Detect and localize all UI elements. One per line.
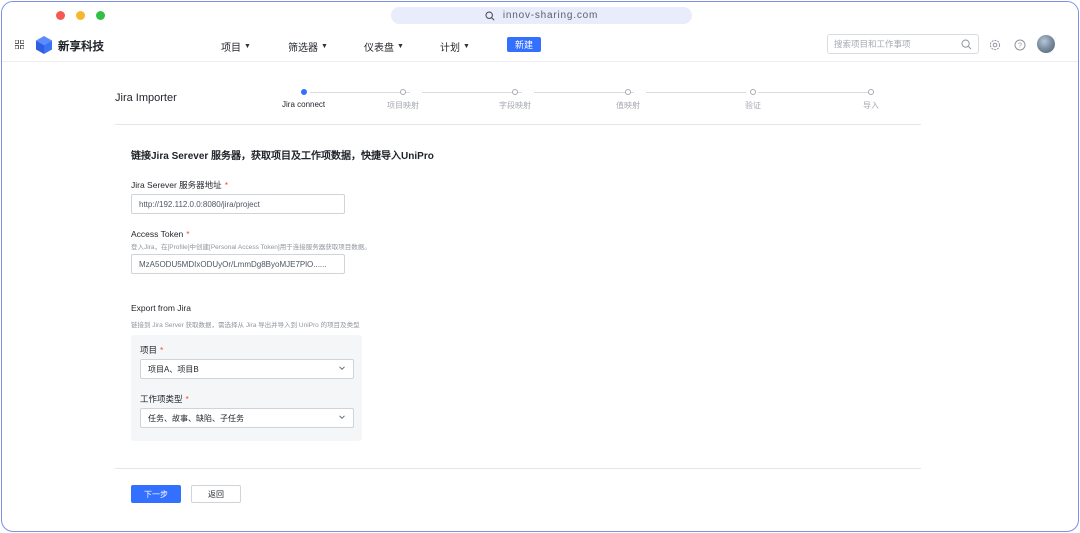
export-section-hint: 链接到 Jira Server 获取数据，需选择从 Jira 导出并导入到 Un… [131,322,360,329]
work-item-type-select[interactable]: 任务、故事、缺陷、子任务 [140,408,354,428]
step-label: 验证 [745,101,761,110]
step-label: 项目映射 [387,101,419,110]
apps-grid-icon[interactable] [15,40,24,49]
search-placeholder: 搜索项目和工作事项 [834,39,911,49]
new-button[interactable]: 新建 [507,37,541,52]
required-mark: * [224,180,228,190]
access-token-hint: 登入Jira，在[Profile]中创建[Personal Access Tok… [131,244,371,251]
user-avatar[interactable] [1037,35,1055,53]
nav-label: 仪表盘 [364,43,394,54]
back-button[interactable]: 返回 [191,485,241,503]
step-dot [868,89,874,95]
caret-down-icon: ▼ [321,43,328,50]
search-icon [485,10,495,21]
select-value: 任务、故事、缺陷、子任务 [148,413,244,423]
nav-label: 计划 [440,43,460,54]
footer-divider [115,468,921,469]
title-bar: innov-sharing.com [2,2,1078,28]
step-label: 值映射 [616,101,640,110]
chevron-down-icon [339,366,345,371]
step-dot [750,89,756,95]
global-search-input[interactable]: 搜索项目和工作事项 [827,34,979,54]
project-select[interactable]: 项目A、项目B [140,359,354,379]
settings-gear-icon[interactable] [989,39,1001,51]
required-mark: * [160,345,164,355]
nav-label: 项目 [221,43,241,54]
minimize-window-button[interactable] [76,11,85,20]
step-field-mapping[interactable]: 字段映射 [499,88,531,111]
caret-down-icon: ▼ [463,43,470,50]
access-token-label: Access Token * [131,229,190,239]
label-text: Access Token [131,229,184,239]
label-text: Jira Serever 服务器地址 [131,180,222,190]
brand-name: 新享科技 [58,41,104,53]
step-dot [625,89,631,95]
header-divider [115,124,921,125]
svg-text:?: ? [1018,43,1022,50]
step-validate[interactable]: 验证 [745,88,761,111]
chevron-down-icon [339,415,345,420]
step-value-mapping[interactable]: 值映射 [616,88,640,111]
nav-label: 筛选器 [288,43,318,54]
step-dot [300,89,307,95]
url-text: innov-sharing.com [502,10,599,21]
caret-down-icon: ▼ [397,43,404,50]
server-address-input[interactable]: http://192.112.0.0:8080/jira/project [131,194,345,214]
step-label: 字段映射 [499,101,531,110]
export-section-title: Export from Jira [131,303,191,313]
page-title: Jira Importer [115,92,177,104]
nav-filters[interactable]: 筛选器 ▼ [288,39,328,54]
address-bar[interactable]: innov-sharing.com [391,7,692,24]
step-project-mapping[interactable]: 项目映射 [387,88,419,111]
step-dot [400,89,406,95]
label-text: 项目 [140,345,158,355]
required-mark: * [185,394,189,404]
next-step-button[interactable]: 下一步 [131,485,181,503]
step-dot [512,89,518,95]
search-icon [961,39,972,50]
project-select-label: 项目 * [140,344,163,356]
close-window-button[interactable] [56,11,65,20]
label-text: 工作项类型 [140,394,183,404]
step-connector [646,92,746,93]
brand-logo-icon [36,36,52,54]
help-icon[interactable]: ? [1014,39,1026,51]
app-window: innov-sharing.com 新享科技 项目 ▼ 筛选器 ▼ 仪表盘 ▼ 计划 ▼… [1,1,1079,532]
server-address-label: Jira Serever 服务器地址 * [131,179,228,191]
caret-down-icon: ▼ [244,43,251,50]
step-label: Jira connect [282,100,326,109]
form-intro: 链接Jira Serever 服务器，获取项目及工作项数据，快捷导入UniPro [131,151,434,162]
nav-dashboards[interactable]: 仪表盘 ▼ [364,39,404,54]
nav-projects[interactable]: 项目 ▼ [221,39,251,54]
access-token-input[interactable]: MzA5ODU5MDIxODUyOr/LmmDg8ByoMJE7PlO.....… [131,254,345,274]
import-stepper: Jira connect 项目映射 字段映射 值映射 验证 导入 [280,88,880,112]
step-import[interactable]: 导入 [863,88,879,111]
required-mark: * [186,229,190,239]
work-item-type-label: 工作项类型 * [140,393,189,405]
step-jira-connect[interactable]: Jira connect [282,88,325,109]
maximize-window-button[interactable] [96,11,105,20]
step-label: 导入 [863,101,879,110]
step-connector [758,92,868,93]
nav-plans[interactable]: 计划 ▼ [440,39,470,54]
select-value: 项目A、项目B [148,364,199,374]
app-header: 新享科技 项目 ▼ 筛选器 ▼ 仪表盘 ▼ 计划 ▼ 新建 搜索项目和工作事项 ? [2,28,1078,62]
